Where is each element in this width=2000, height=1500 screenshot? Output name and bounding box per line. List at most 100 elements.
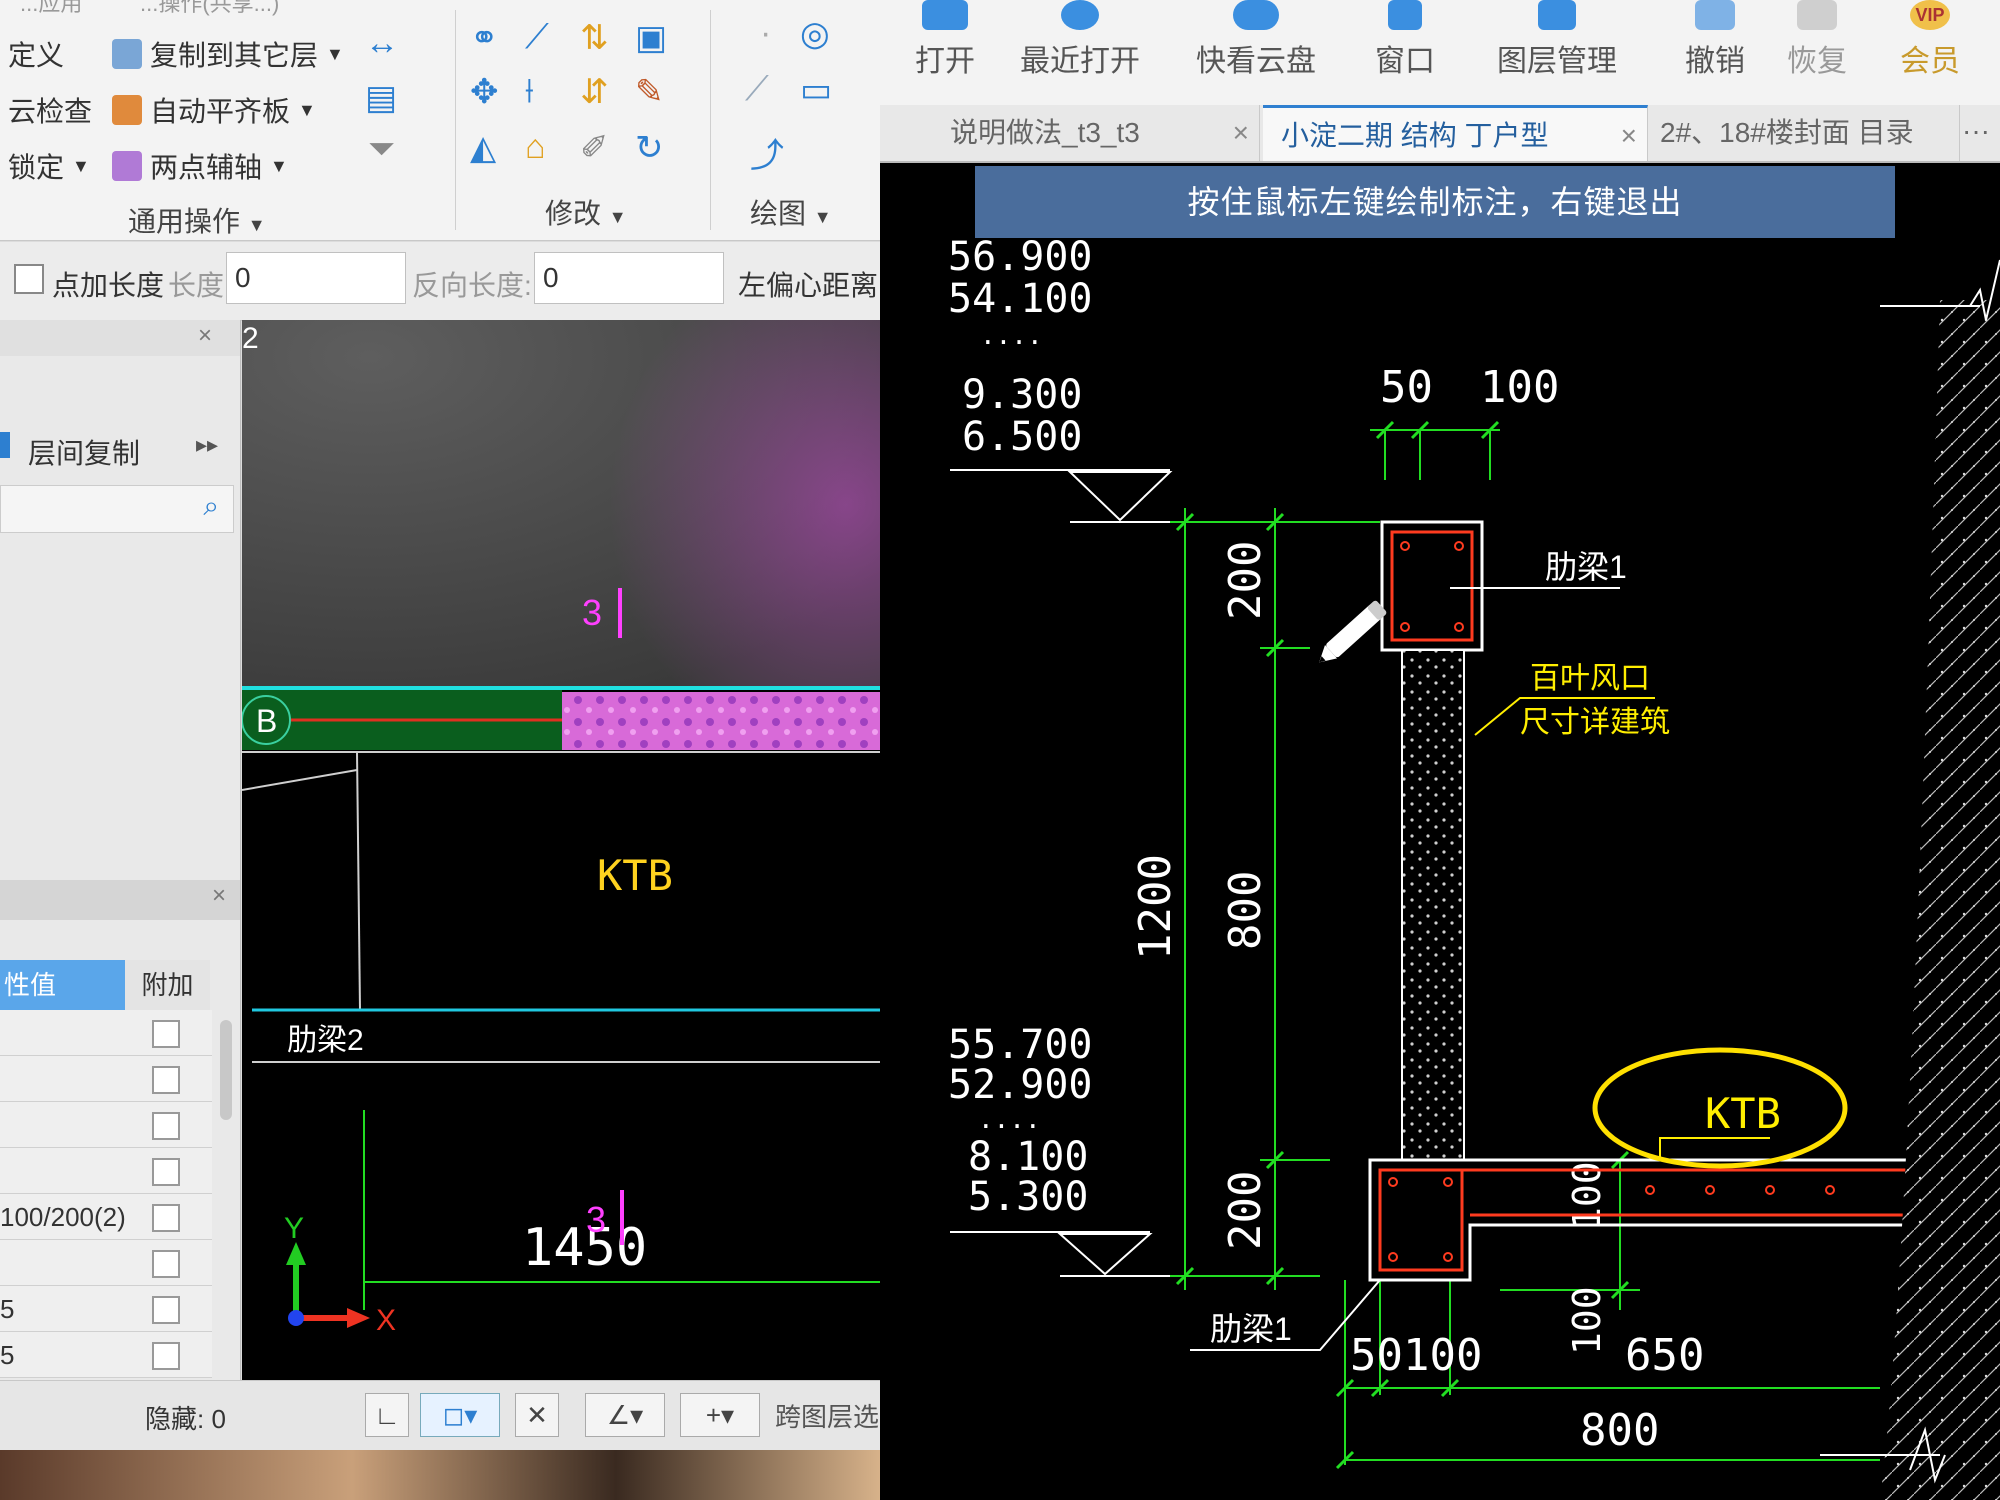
point-icon[interactable]: ·	[760, 14, 771, 53]
property-value[interactable]: 5	[0, 1294, 14, 1325]
close-icon[interactable]: ×	[198, 322, 212, 350]
polyline-icon[interactable]: ⤴	[750, 128, 784, 177]
extra-checkbox[interactable]	[152, 1296, 180, 1324]
measure-icon[interactable]: ↔	[365, 24, 399, 63]
redo-button[interactable]: 恢复	[1772, 0, 1862, 80]
extra-checkbox[interactable]	[152, 1112, 180, 1140]
tab-doc-3[interactable]: 2#、18#楼封面 目录	[1650, 105, 1960, 161]
reverse-length-label: 反向长度:	[412, 270, 532, 301]
command-hint-banner: 按住鼠标左键绘制标注，右键退出	[975, 166, 1895, 238]
brush-icon[interactable]: ✎	[635, 72, 664, 112]
drawing-viewport-right[interactable]: 56.900 54.100 .... 9.300 6.500 55.700 52…	[880, 234, 2000, 1500]
rotate-icon[interactable]: ↻	[635, 128, 664, 168]
rectangle-icon[interactable]: ▭	[800, 70, 832, 110]
beam-label-bottom: 肋梁1	[1210, 1311, 1292, 1347]
vip-icon: VIP	[1910, 0, 1950, 30]
table-row[interactable]	[0, 1102, 212, 1148]
group-draw[interactable]: 绘图 ▼	[750, 192, 832, 232]
table-row[interactable]: 100/200(2)	[0, 1194, 212, 1240]
group-common-ops[interactable]: 通用操作 ▼	[128, 200, 266, 240]
open-button[interactable]: 打开	[900, 0, 990, 80]
top-beam-outline[interactable]	[1380, 520, 1484, 652]
lock-button[interactable]: 锁定 ▼	[8, 146, 90, 186]
filter-icon[interactable]: ⏷	[368, 130, 395, 169]
table-row[interactable]	[0, 1056, 212, 1102]
circle-icon[interactable]: ◎	[800, 14, 830, 54]
two-point-axis-button[interactable]: 两点辅轴 ▼	[112, 146, 288, 186]
cross-layer-select[interactable]: 跨图层选	[775, 1397, 879, 1434]
cross-icon[interactable]: ✕	[515, 1393, 559, 1437]
search-icon[interactable]: ⌕	[203, 490, 219, 523]
extra-checkbox[interactable]	[152, 1158, 180, 1186]
length-input[interactable]: 0	[226, 252, 406, 304]
recent-open-button[interactable]: 最近打开	[1000, 0, 1160, 80]
ktb-wall[interactable]	[1401, 649, 1465, 1161]
ucs-origin	[288, 1310, 304, 1326]
elev-bottom: 52.900	[948, 1062, 1093, 1108]
move-icon[interactable]: ✥	[470, 72, 499, 112]
plus-icon[interactable]: +▾	[680, 1393, 760, 1437]
extra-checkbox[interactable]	[152, 1020, 180, 1048]
cloud-check-button[interactable]: 云检查	[8, 90, 92, 130]
extra-checkbox[interactable]	[152, 1204, 180, 1232]
tab-doc-1[interactable]: 说明做法_t3_t3 ×	[880, 105, 1260, 161]
add-length-checkbox[interactable]	[14, 264, 44, 294]
angle-icon[interactable]: ∠▾	[585, 1393, 665, 1437]
close-tab-icon[interactable]: ×	[1233, 105, 1249, 161]
floor-copy-button[interactable]: 层间复制 ▸▸	[0, 420, 240, 480]
window-button[interactable]: 窗口	[1350, 0, 1460, 80]
more-tabs-icon[interactable]: ···	[1962, 115, 1990, 147]
table-row[interactable]	[0, 1010, 212, 1056]
property-value[interactable]: 100/200(2)	[0, 1202, 126, 1233]
table-row[interactable]: 5	[0, 1332, 212, 1378]
table-icon[interactable]: ▤	[365, 78, 397, 118]
auto-align-slab-button[interactable]: 自动平齐板 ▼	[112, 90, 316, 130]
extra-checkbox[interactable]	[152, 1342, 180, 1370]
search-field[interactable]: ⌕	[0, 485, 234, 533]
ortho-icon[interactable]: ∟	[365, 1393, 409, 1437]
cloud-disk-button[interactable]: 快看云盘	[1176, 0, 1336, 80]
floor-copy-icon	[0, 432, 10, 458]
extra-column-header[interactable]: 附加	[125, 960, 210, 1010]
expand-arrow-icon[interactable]: ▸▸	[196, 432, 218, 458]
merge-icon[interactable]: ⇅	[580, 18, 609, 58]
member-button[interactable]: VIP 会员	[1880, 0, 1980, 80]
property-value[interactable]: 5	[0, 1340, 14, 1371]
dim-v-100b: 100	[1565, 1286, 1609, 1355]
ribbon: ...应用 ...操作(共享...) 定义 云检查 锁定 ▼ 复制到其它层 ▼ 自动…	[0, 0, 880, 241]
clock-icon	[1061, 0, 1099, 30]
group-modify[interactable]: 修改 ▼	[545, 192, 627, 232]
value-column-header[interactable]: 性值	[0, 960, 125, 1010]
split-icon[interactable]: ⇵	[580, 72, 609, 112]
extend-icon[interactable]: ⟋	[525, 18, 549, 57]
close-icon[interactable]: ×	[212, 882, 226, 910]
block-icon[interactable]: ▣	[635, 18, 667, 58]
close-tab-icon[interactable]: ×	[1621, 108, 1637, 164]
layer-manager-button[interactable]: 图层管理	[1472, 0, 1642, 80]
mirror-icon[interactable]: ◭	[470, 128, 496, 168]
copy-to-other-floor-button[interactable]: 复制到其它层 ▼	[112, 34, 344, 74]
table-row[interactable]: 5	[0, 1286, 212, 1332]
edit-icon[interactable]: ✐	[580, 128, 609, 168]
tab-doc-2[interactable]: 小淀二期 结构 丁户型 ×	[1263, 105, 1648, 161]
extra-checkbox[interactable]	[152, 1066, 180, 1094]
scrollbar[interactable]	[220, 1020, 232, 1120]
reverse-length-input[interactable]: 0	[534, 252, 724, 304]
hidden-count: 隐藏: 0	[145, 1404, 226, 1434]
table-row[interactable]	[0, 1148, 212, 1194]
drawing-viewport-left[interactable]: 2 3 B KTB 肋梁2 1450 3 Y X	[242, 320, 880, 1380]
elev-bottom: 5.300	[968, 1174, 1088, 1220]
define-button[interactable]: 定义	[8, 34, 64, 74]
elev-symbol	[1057, 1233, 1153, 1276]
trim-icon[interactable]: ⟊	[525, 72, 534, 111]
dim-value-1450: 1450	[522, 1218, 647, 1278]
right-app-window: 打开 最近打开 快看云盘 窗口 图层管理 撤销 恢复 VIP 会员 说明做法_t…	[880, 0, 2000, 1500]
copy-icon[interactable]: ⚭	[470, 18, 499, 58]
offset-icon[interactable]: ⌂	[525, 128, 546, 167]
table-row[interactable]	[0, 1240, 212, 1286]
undo-button[interactable]: 撤销	[1670, 0, 1760, 80]
dropdown-arrow-icon: ▼	[72, 155, 90, 176]
extra-checkbox[interactable]	[152, 1250, 180, 1278]
snap-icon[interactable]: ◻▾	[420, 1393, 500, 1437]
line-icon[interactable]: ⟋	[745, 70, 769, 109]
